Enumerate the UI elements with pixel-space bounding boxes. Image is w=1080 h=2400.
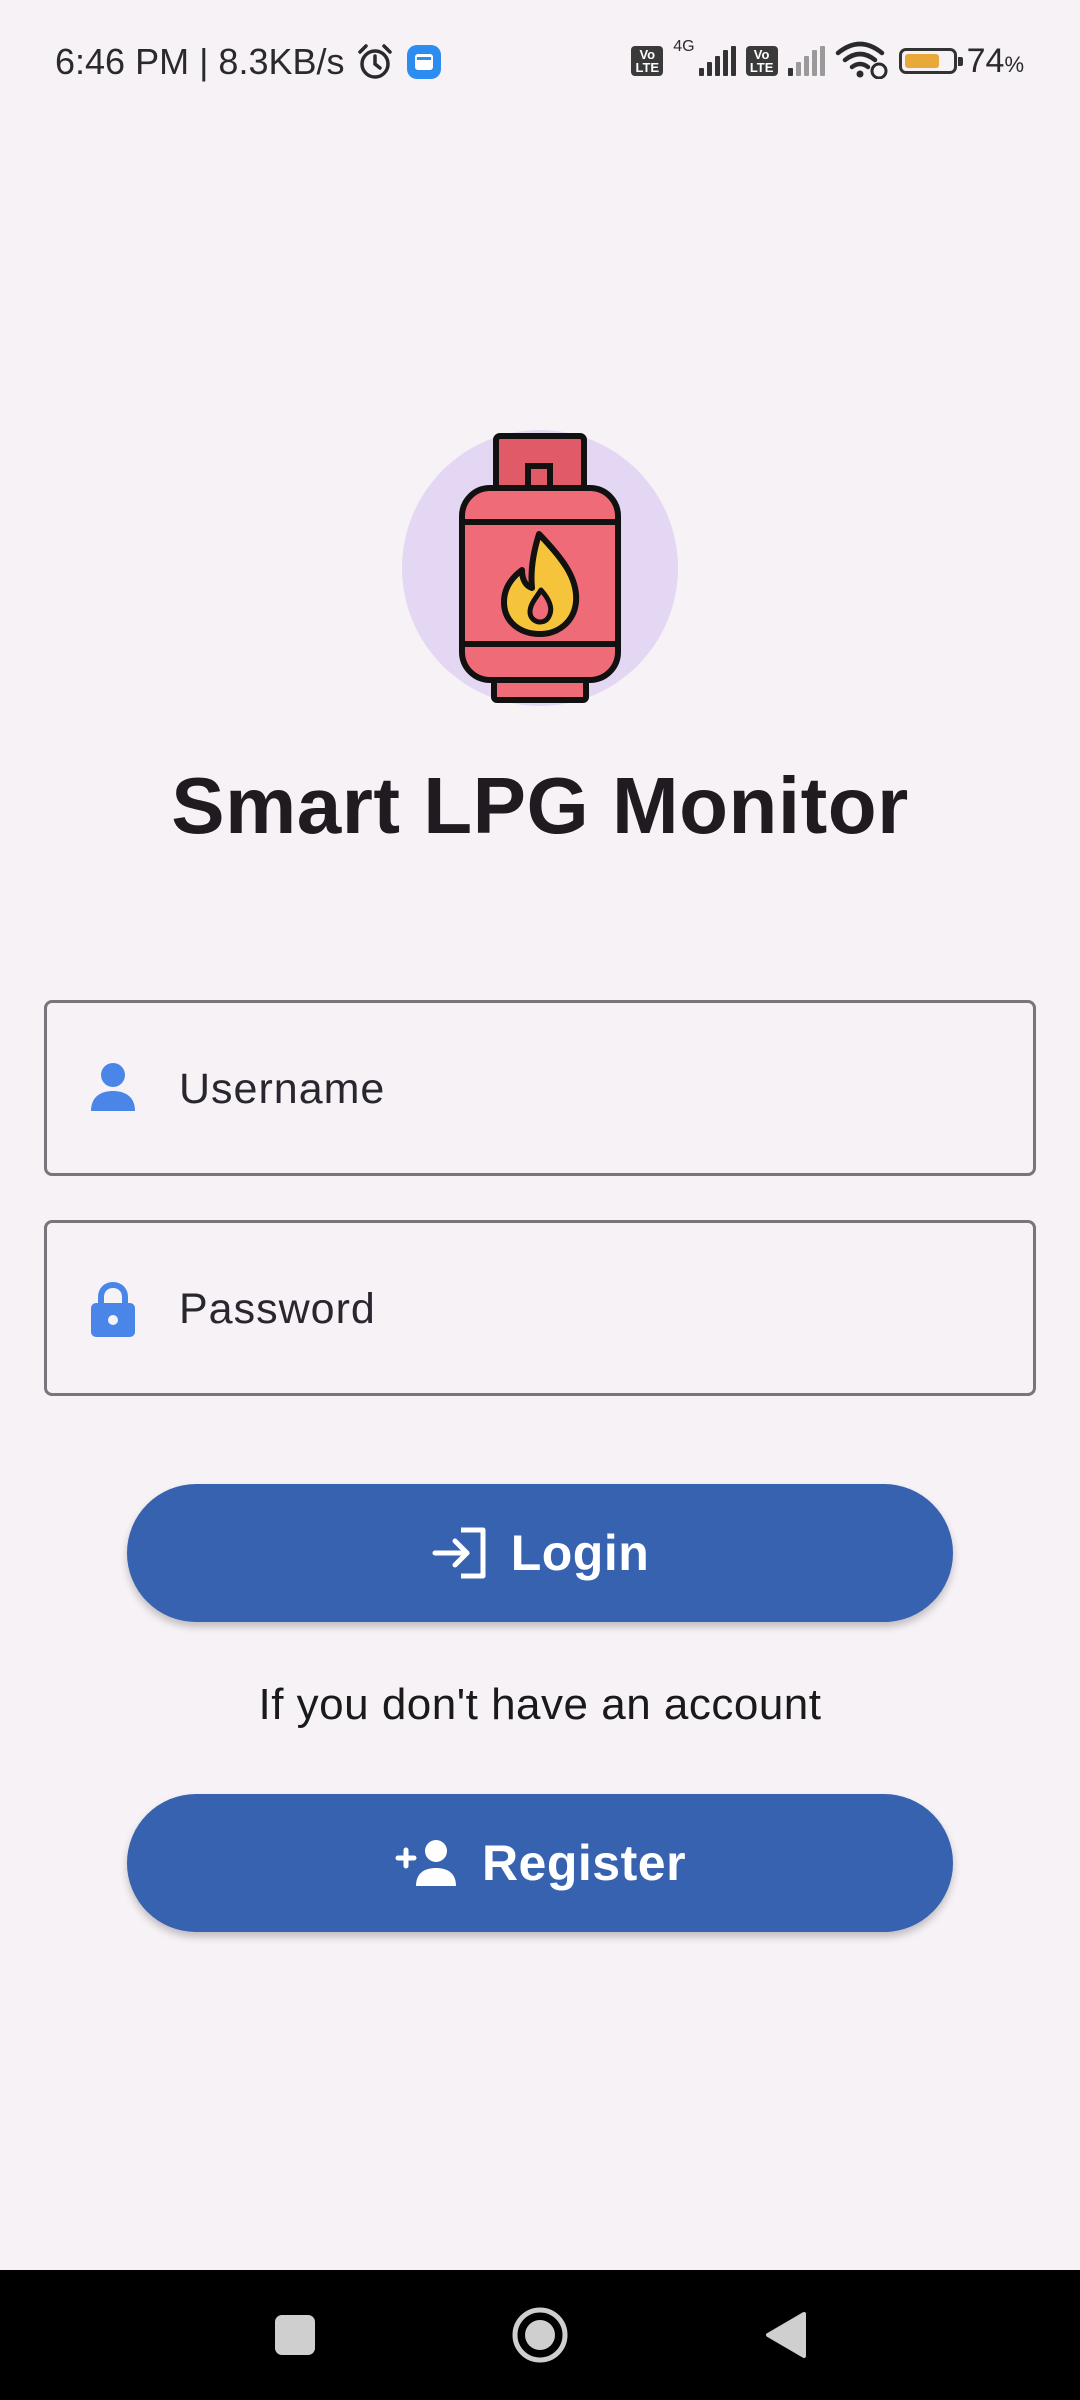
person-add-icon: [394, 1838, 460, 1888]
alarm-icon: [355, 42, 395, 82]
status-right: Vo LTE 4G Vo LTE 74%: [631, 36, 1024, 86]
password-input[interactable]: [177, 1223, 1021, 1395]
back-button[interactable]: [715, 2270, 855, 2400]
register-label: Register: [481, 1835, 687, 1891]
battery-icon: [898, 48, 963, 74]
back-icon: [766, 2312, 806, 2358]
gas-cylinder-flame-icon: [459, 433, 621, 703]
register-button[interactable]: Register: [127, 1794, 953, 1932]
password-field[interactable]: [44, 1220, 1036, 1396]
login-icon: [431, 1526, 489, 1580]
recents-icon: [275, 2315, 315, 2355]
lock-icon: [89, 1281, 137, 1337]
login-label: Login: [510, 1525, 650, 1581]
app-logo: [402, 430, 678, 706]
login-button[interactable]: Login: [127, 1484, 953, 1622]
volte-icon: Vo LTE: [631, 46, 664, 76]
person-icon: [89, 1061, 137, 1115]
recents-button[interactable]: [225, 2270, 365, 2400]
home-button[interactable]: [470, 2270, 610, 2400]
username-input[interactable]: [177, 1003, 1021, 1175]
volte-icon-2: Vo LTE: [745, 46, 778, 76]
wifi-icon: [835, 39, 889, 84]
status-bar: 6:46 PM | 8.3KB/s Vo LTE 4G Vo LTE 74%: [0, 0, 1080, 120]
app-title: Smart LPG Monitor: [171, 761, 909, 850]
home-icon: [512, 2307, 568, 2363]
battery-fill: [904, 54, 939, 68]
status-time-speed: 6:46 PM | 8.3KB/s: [55, 41, 345, 82]
signal-strength-icon: [698, 46, 736, 76]
network-type-label: 4G: [673, 38, 695, 55]
system-navigation-bar: [0, 2270, 1080, 2400]
register-hint: If you don't have an account: [258, 1680, 822, 1729]
notification-app-icon: [405, 43, 443, 81]
username-field[interactable]: [44, 1000, 1036, 1176]
signal-strength-icon-2: [787, 46, 825, 76]
status-left: 6:46 PM | 8.3KB/s: [55, 38, 443, 86]
battery-percent: 74%: [966, 41, 1024, 80]
